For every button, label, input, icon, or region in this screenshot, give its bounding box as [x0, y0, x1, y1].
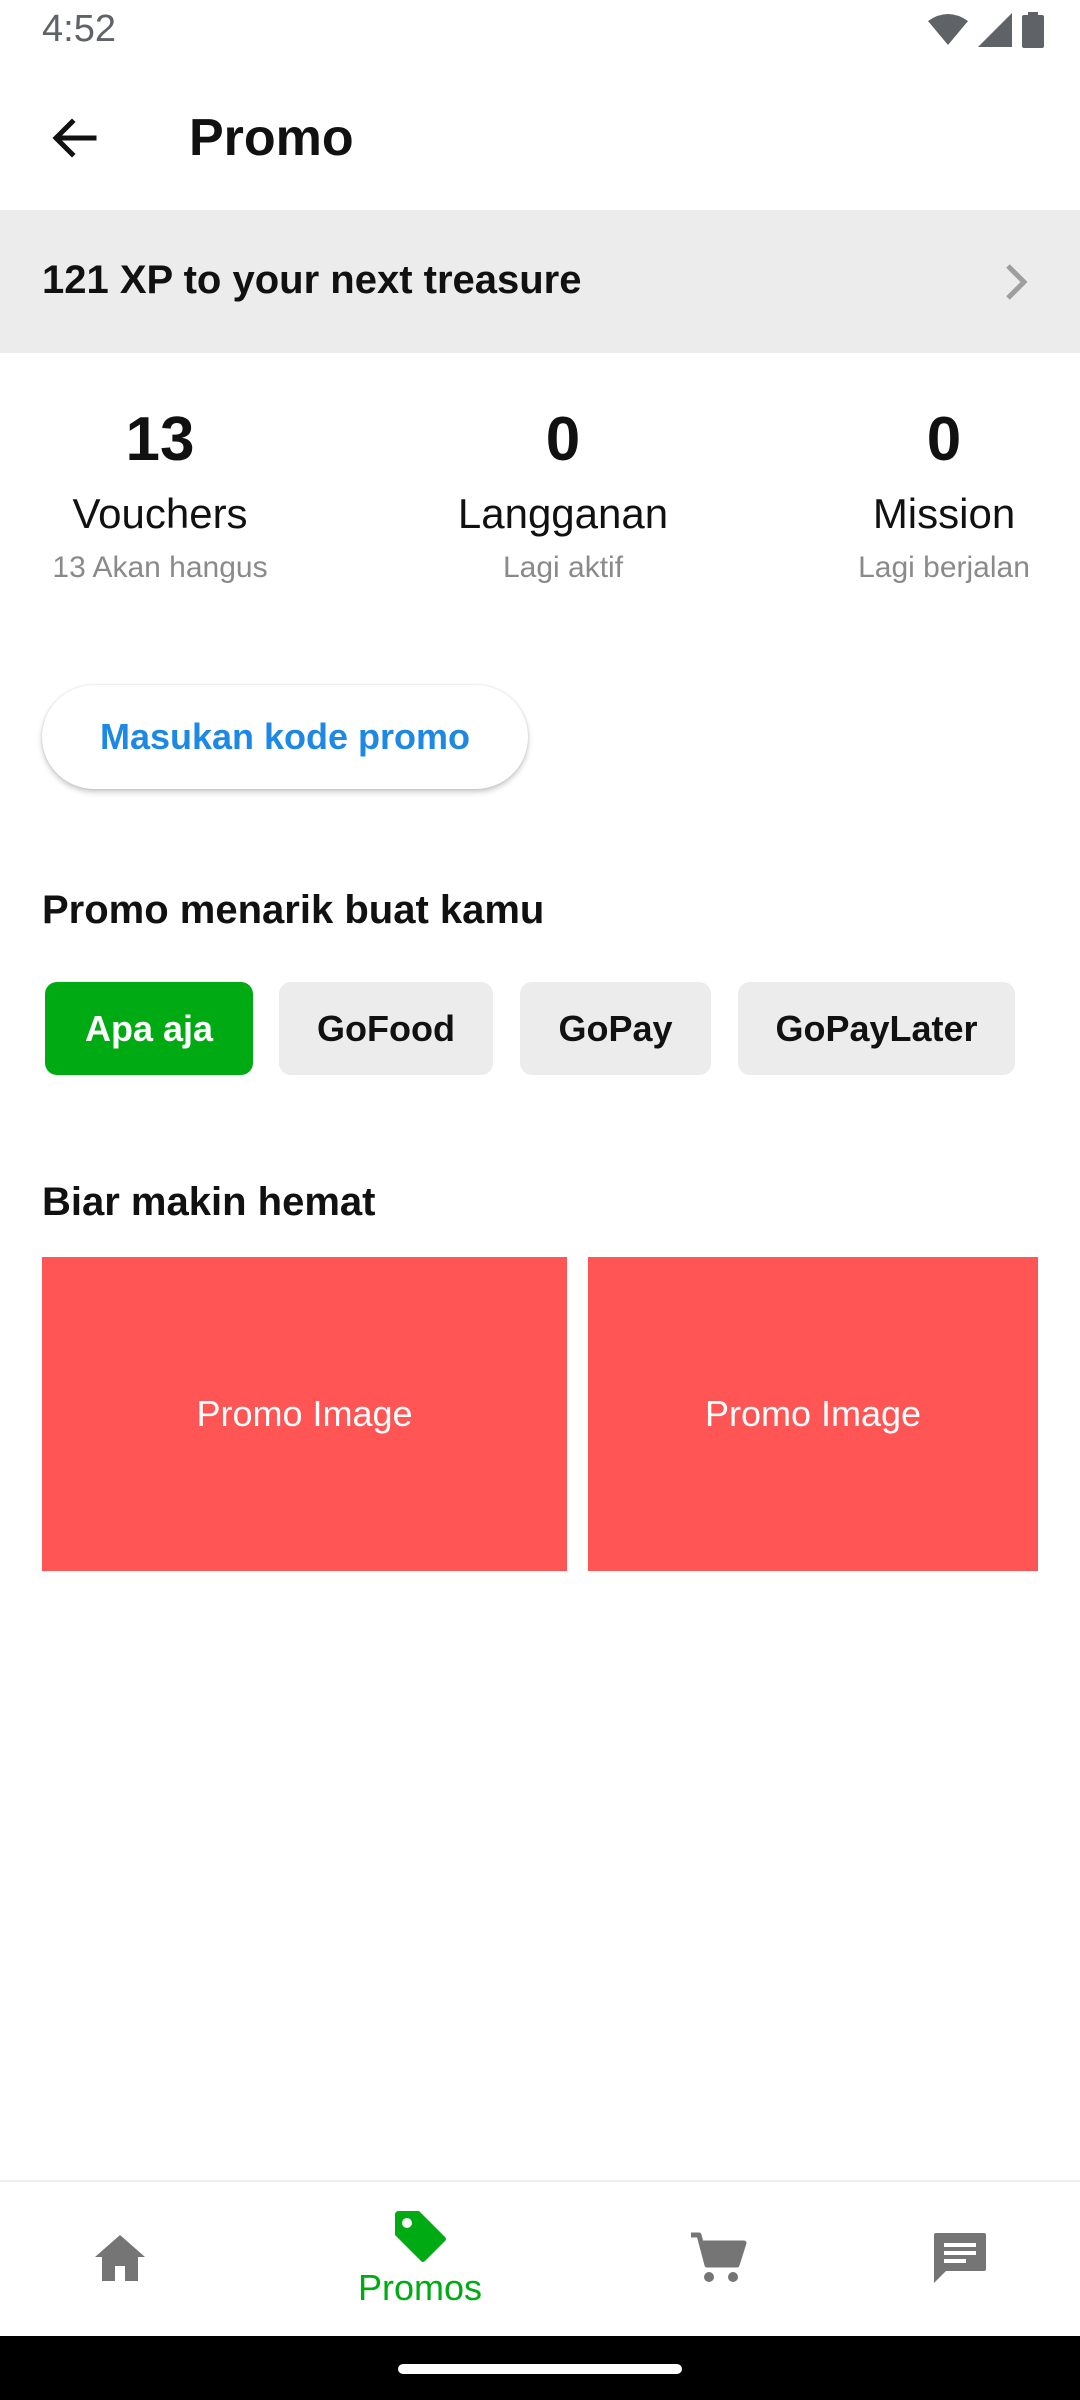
stat-value: 0	[545, 405, 581, 474]
stat-langganan[interactable]: 0 Langganan Lagi aktif	[422, 400, 704, 588]
nav-promos[interactable]: Promos	[320, 2180, 520, 2336]
stat-label: Langganan	[457, 490, 669, 537]
stat-subtext: 13 Akan hangus	[52, 551, 268, 584]
chip-gofood[interactable]: GoFood	[279, 982, 493, 1075]
nav-label-promos: Promos	[357, 2267, 483, 2308]
stat-subtext: Lagi aktif	[502, 551, 624, 584]
status-time: 4:52	[42, 8, 116, 50]
chevron-right-icon	[1006, 264, 1028, 300]
promo-image-card[interactable]: Promo Image	[42, 1257, 567, 1571]
wifi-icon	[928, 14, 968, 45]
xp-banner-text: 121 XP to your next treasure	[42, 258, 582, 302]
stat-label: Vouchers	[72, 490, 248, 537]
tag-icon	[395, 2211, 446, 2262]
promo-section-title: Promo menarik buat kamu	[42, 888, 545, 932]
status-icons	[928, 10, 1044, 50]
stat-label: Mission	[872, 490, 1016, 537]
nav-cart[interactable]	[618, 2180, 818, 2336]
chip-gopay[interactable]: GoPay	[520, 982, 711, 1075]
chip-apa-aja[interactable]: Apa aja	[45, 982, 253, 1075]
page-title: Promo	[189, 109, 354, 167]
stat-value: 13	[125, 405, 195, 474]
arrow-left-icon	[52, 118, 97, 158]
chip-gopaylater[interactable]: GoPayLater	[738, 982, 1015, 1075]
home-gesture-pill[interactable]	[398, 2364, 682, 2374]
promo-image-card[interactable]: Promo Image	[588, 1257, 1038, 1571]
nav-chat[interactable]	[860, 2180, 1060, 2336]
stat-value: 0	[926, 405, 962, 474]
savings-section-title: Biar makin hemat	[42, 1180, 376, 1224]
cart-icon	[691, 2232, 747, 2282]
back-button[interactable]	[32, 96, 116, 180]
promo-code-button[interactable]: Masukan kode promo	[42, 685, 528, 789]
stat-mission[interactable]: 0 Mission Lagi berjalan	[810, 400, 1078, 588]
signal-icon	[978, 13, 1012, 47]
battery-icon	[1022, 12, 1044, 48]
stat-vouchers[interactable]: 13 Vouchers 13 Akan hangus	[22, 400, 298, 588]
nav-home[interactable]	[20, 2180, 220, 2336]
chat-icon	[934, 2233, 986, 2283]
stat-subtext: Lagi berjalan	[858, 551, 1030, 584]
home-icon	[95, 2235, 145, 2281]
